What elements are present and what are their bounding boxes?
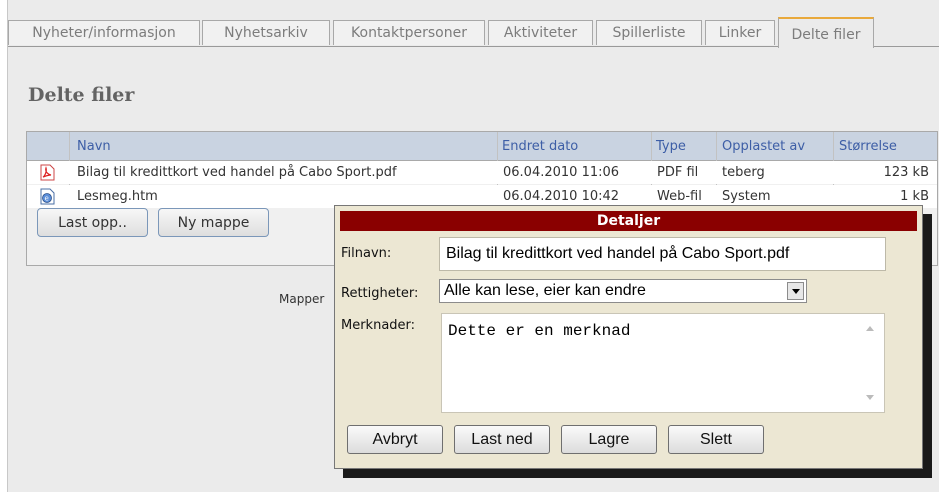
details-dialog: Detaljer Filnavn: Bilag til kredittkort … bbox=[334, 205, 923, 469]
notes-textarea[interactable]: Dette er en merknad bbox=[441, 313, 885, 413]
column-header-date[interactable]: Endret dato bbox=[502, 132, 578, 160]
tab-linker[interactable]: Linker bbox=[705, 20, 775, 45]
notes-text: Dette er en merknad bbox=[448, 322, 631, 340]
tab-aktiviteter[interactable]: Aktiviteter bbox=[488, 20, 593, 45]
rights-selected-value: Alle kan lese, eier kan endre bbox=[444, 282, 646, 299]
tab-kontaktpersoner[interactable]: Kontaktpersoner bbox=[333, 20, 485, 45]
file-name[interactable]: Lesmeg.htm bbox=[77, 185, 158, 208]
file-uploader: teberg bbox=[722, 165, 765, 180]
filename-label: Filnavn: bbox=[341, 246, 392, 261]
new-folder-button[interactable]: Ny mappe bbox=[158, 208, 269, 237]
notes-label: Merknader: bbox=[341, 318, 416, 333]
scroll-up-icon[interactable] bbox=[866, 326, 874, 331]
scroll-down-icon[interactable] bbox=[866, 395, 874, 400]
tab-spillerliste[interactable]: Spillerliste bbox=[596, 20, 702, 45]
file-date: 06.04.2010 11:06 bbox=[503, 165, 620, 180]
rights-select[interactable]: Alle kan lese, eier kan endre bbox=[439, 279, 807, 303]
svg-text:e: e bbox=[45, 195, 49, 203]
filename-field[interactable]: Bilag til kredittkort ved handel på Cabo… bbox=[439, 237, 886, 271]
tab-bar: Nyheter/informasjon Nyhetsarkiv Kontaktp… bbox=[8, 17, 939, 48]
table-header: Navn Endret dato Type Opplastet av Størr… bbox=[27, 132, 937, 161]
chevron-down-icon[interactable] bbox=[787, 282, 804, 300]
upload-button[interactable]: Last opp.. bbox=[37, 208, 148, 237]
file-size: 123 kB bbox=[883, 165, 929, 180]
download-button[interactable]: Last ned bbox=[454, 425, 550, 454]
web-file-icon: e bbox=[40, 188, 55, 205]
tab-nyhetsarkiv[interactable]: Nyhetsarkiv bbox=[202, 20, 330, 45]
tab-delte-filer[interactable]: Delte filer bbox=[778, 17, 874, 48]
folders-label: Mapper bbox=[279, 292, 325, 306]
delete-button[interactable]: Slett bbox=[668, 425, 764, 454]
column-header-type[interactable]: Type bbox=[656, 132, 686, 160]
cancel-button[interactable]: Avbryt bbox=[347, 425, 443, 454]
dialog-title: Detaljer bbox=[340, 211, 917, 231]
pdf-file-icon bbox=[40, 164, 55, 181]
column-header-size[interactable]: Størrelse bbox=[839, 132, 897, 160]
page-title: Delte filer bbox=[28, 84, 135, 106]
file-type: PDF fil bbox=[657, 165, 699, 180]
table-row[interactable]: Bilag til kredittkort ved handel på Cabo… bbox=[27, 161, 937, 184]
tab-nyheter-informasjon[interactable]: Nyheter/informasjon bbox=[8, 20, 200, 45]
save-button[interactable]: Lagre bbox=[561, 425, 657, 454]
column-header-uploader[interactable]: Opplastet av bbox=[722, 132, 805, 160]
column-header-name[interactable]: Navn bbox=[77, 132, 111, 160]
file-name[interactable]: Bilag til kredittkort ved handel på Cabo… bbox=[77, 161, 397, 184]
rights-label: Rettigheter: bbox=[341, 286, 419, 301]
